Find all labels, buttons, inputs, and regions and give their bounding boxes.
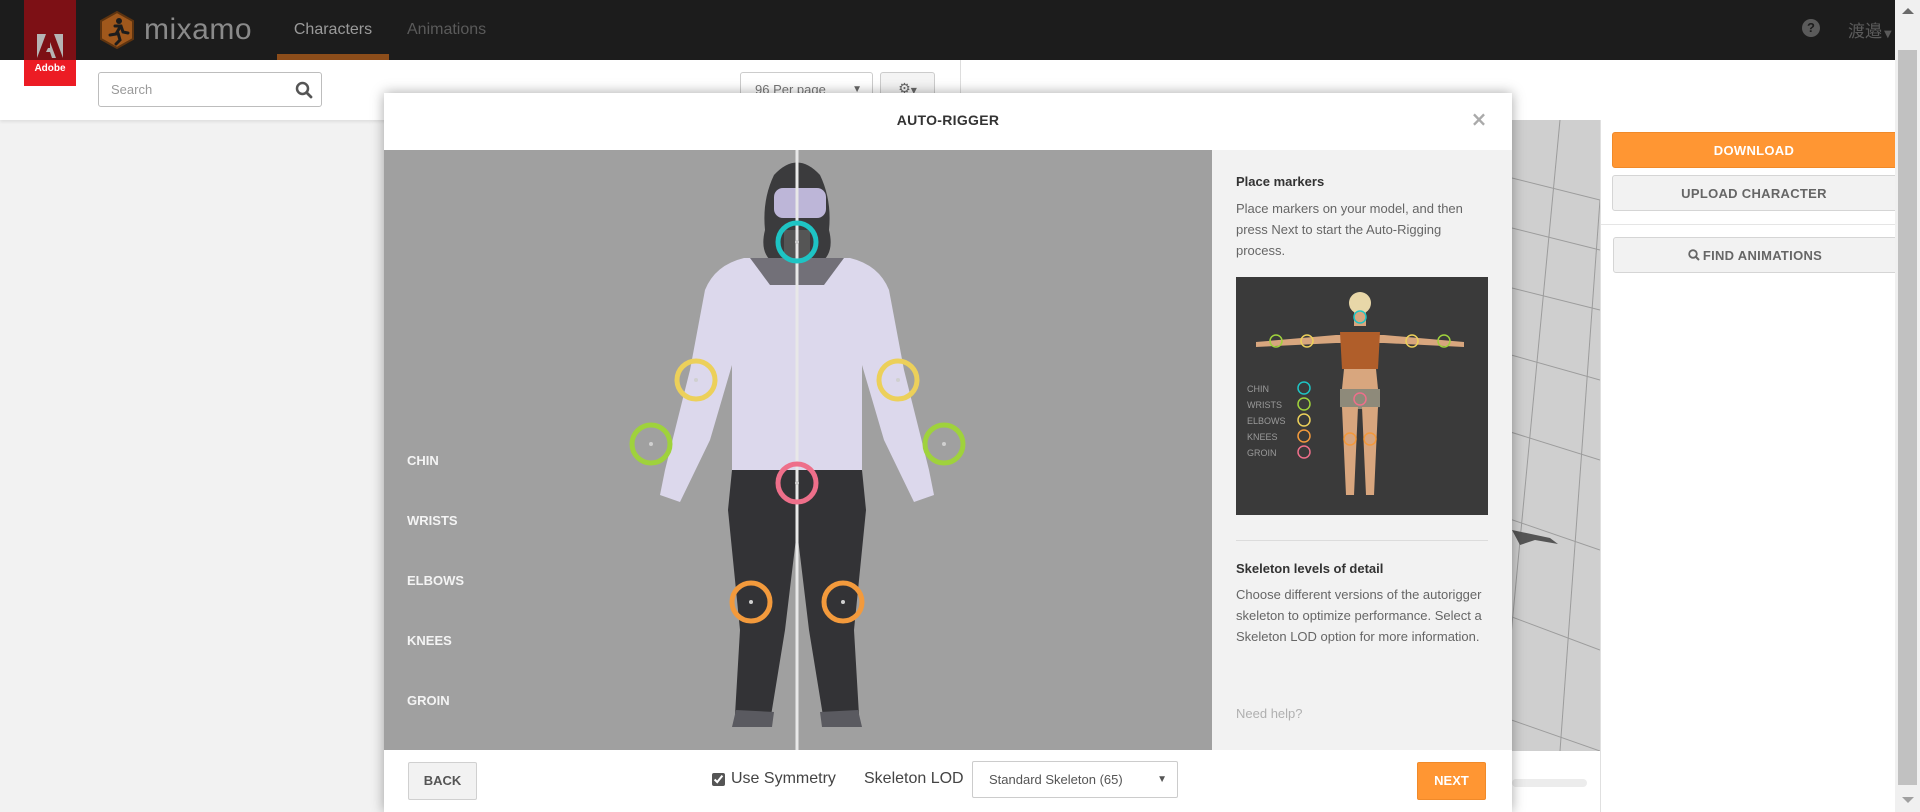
- ref-legend-elbows-ring[interactable]: [1297, 413, 1311, 427]
- chevron-down-icon: ▼: [1884, 29, 1892, 40]
- user-name: 渡邉: [1848, 22, 1882, 42]
- reference-figure: [1256, 292, 1464, 495]
- skeleton-lod-heading: Skeleton levels of detail: [1236, 561, 1384, 576]
- modal-title: AUTO-RIGGER: [896, 112, 1000, 128]
- right-panel: DOWNLOAD UPLOAD CHARACTER FIND ANIMATION…: [1600, 120, 1897, 812]
- knee-left-marker-center: [749, 600, 753, 604]
- tab-characters[interactable]: Characters: [277, 0, 389, 60]
- divider: [1601, 224, 1896, 225]
- ref-legend-chin-ring[interactable]: [1297, 381, 1311, 395]
- marker-viewport[interactable]: CHIN WRISTS ELBOWS KNEES GROIN: [384, 150, 1212, 750]
- use-symmetry-toggle[interactable]: Use Symmetry: [712, 770, 836, 788]
- scroll-down-arrow-icon[interactable]: [1902, 797, 1914, 803]
- tab-animations[interactable]: Animations: [407, 0, 486, 60]
- adobe-logo[interactable]: Adobe: [24, 0, 76, 86]
- chevron-down-icon: ▼: [1157, 774, 1167, 785]
- groin-marker-center: [795, 481, 799, 485]
- mixamo-logo-icon: [100, 11, 134, 49]
- knee-right-marker-center: [841, 600, 845, 604]
- model-headset: [774, 188, 826, 218]
- scrollbar-thumb[interactable]: [1898, 50, 1917, 785]
- ref-legend-knees: KNEES: [1247, 432, 1278, 442]
- use-symmetry-label: Use Symmetry: [731, 770, 836, 787]
- search-icon[interactable]: [295, 81, 313, 99]
- tab-animations-label: Animations: [407, 21, 487, 38]
- upload-character-button[interactable]: UPLOAD CHARACTER: [1612, 175, 1896, 211]
- back-button[interactable]: BACK: [408, 762, 477, 800]
- auto-rigger-modal: AUTO-RIGGER × CHIN WRISTS ELBOWS KNEES G…: [384, 93, 1512, 812]
- ref-legend-wrists-ring[interactable]: [1297, 397, 1311, 411]
- search-icon: [1688, 249, 1700, 261]
- find-animations-button[interactable]: FIND ANIMATIONS: [1613, 237, 1897, 273]
- ref-legend-wrists: WRISTS: [1247, 400, 1282, 410]
- modal-footer: BACK Use Symmetry Skeleton LOD Standard …: [384, 750, 1512, 812]
- marker-label-wrists[interactable]: WRISTS: [407, 513, 458, 528]
- ref-neck: [1354, 312, 1366, 326]
- top-nav-bar: mixamo Characters Animations ? 渡邉 ▼: [0, 0, 1895, 60]
- find-animations-label: FIND ANIMATIONS: [1702, 248, 1823, 263]
- ref-legend-groin-ring[interactable]: [1297, 445, 1311, 459]
- skeleton-lod-text: Choose different versions of the autorig…: [1236, 587, 1482, 644]
- place-markers-text: Place markers on your model, and then pr…: [1236, 201, 1463, 258]
- skeleton-lod-label: Skeleton LOD: [864, 770, 964, 787]
- user-menu[interactable]: 渡邉 ▼: [1848, 17, 1892, 42]
- ref-legend-groin: GROIN: [1247, 448, 1277, 458]
- divider: [1236, 540, 1488, 541]
- wrist-left-marker-center: [649, 442, 653, 446]
- ref-legend-knees-ring[interactable]: [1297, 429, 1311, 443]
- marker-label-knees[interactable]: KNEES: [407, 633, 452, 648]
- next-button[interactable]: NEXT: [1417, 762, 1486, 800]
- download-button[interactable]: DOWNLOAD: [1612, 132, 1896, 168]
- ref-shirt: [1340, 332, 1380, 369]
- skeleton-lod-value: Standard Skeleton (65): [989, 772, 1123, 787]
- chin-marker-center: [795, 240, 799, 244]
- ref-legend-chin: CHIN: [1247, 384, 1269, 394]
- page-scrollbar[interactable]: [1895, 0, 1920, 812]
- use-symmetry-checkbox[interactable]: [712, 772, 725, 786]
- marker-label-groin[interactable]: GROIN: [407, 693, 450, 708]
- ref-belly: [1342, 369, 1378, 389]
- adobe-label: Adobe: [34, 63, 66, 74]
- character-shadow: [1512, 530, 1558, 545]
- need-help-link[interactable]: Need help?: [1236, 706, 1303, 721]
- help-icon[interactable]: ?: [1802, 19, 1820, 37]
- place-markers-heading: Place markers: [1236, 174, 1325, 189]
- timeline-bar[interactable]: [1512, 779, 1587, 787]
- elbow-right-marker-center: [896, 378, 900, 382]
- ref-legs: [1342, 407, 1378, 495]
- tab-characters-label: Characters: [293, 21, 373, 38]
- marker-label-elbows[interactable]: ELBOWS: [407, 573, 464, 588]
- mixamo-logo[interactable]: mixamo: [98, 10, 252, 50]
- marker-label-chin[interactable]: CHIN: [407, 453, 439, 468]
- wrist-right-marker-center: [942, 442, 946, 446]
- ref-legend-elbows: ELBOWS: [1247, 416, 1286, 426]
- instructions-panel: Place markers Place markers on your mode…: [1212, 150, 1512, 750]
- reference-image: CHIN WRISTS ELBOWS KNEES GROIN: [1236, 277, 1488, 515]
- scroll-up-arrow-icon[interactable]: [1902, 8, 1914, 14]
- search-field[interactable]: [98, 72, 322, 107]
- ref-shorts: [1340, 389, 1380, 409]
- elbow-left-marker-center: [694, 378, 698, 382]
- character-model: [629, 150, 966, 750]
- mixamo-wordmark: mixamo: [144, 13, 253, 46]
- skeleton-lod-select[interactable]: Standard Skeleton (65) ▼: [972, 761, 1178, 798]
- modal-header: AUTO-RIGGER ×: [384, 93, 1512, 150]
- adobe-a-icon: [37, 34, 63, 58]
- search-input[interactable]: [99, 73, 289, 106]
- close-icon[interactable]: ×: [1470, 109, 1488, 129]
